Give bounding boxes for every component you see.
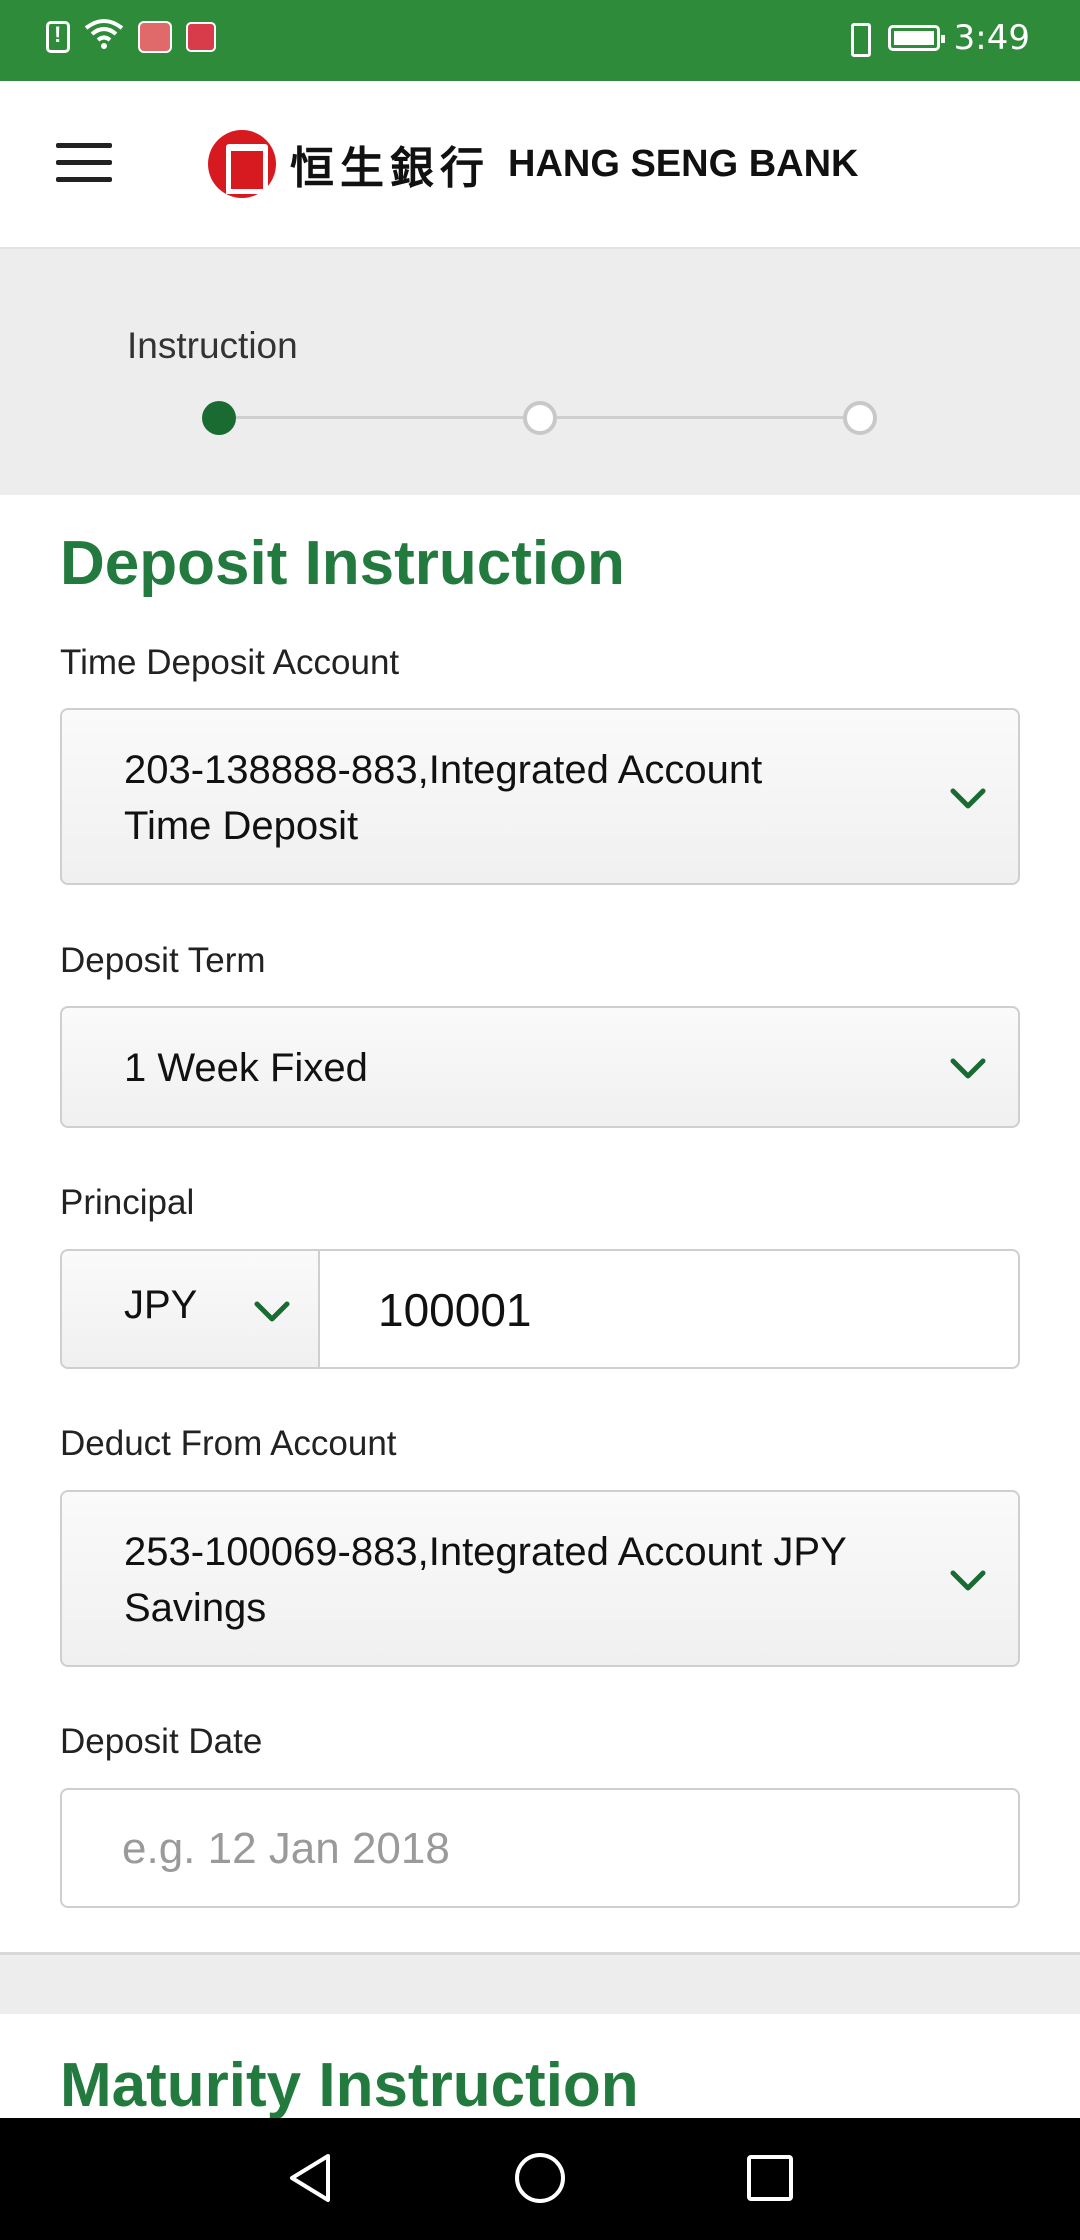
maturity-instruction-title: Maturity Instruction [60,2051,639,2120]
progress-stepper: Instruction [0,249,1080,495]
time-deposit-account-value-line1: 203-138888-883,Integrated Account [124,748,763,792]
deduct-from-account-select[interactable]: 253-100069-883,Integrated Account JPY Sa… [60,1490,1020,1667]
vibrate-icon [842,21,874,57]
chevron-down-icon [950,1058,986,1080]
battery-icon [887,25,945,51]
chevron-down-icon [950,1570,986,1592]
logo-chinese-text: 恒生銀行 [290,143,490,194]
deposit-date-placeholder: e.g. 12 Jan 2018 [122,1824,450,1873]
step-label: Instruction [127,325,298,366]
chevron-down-icon [254,1301,290,1323]
time-deposit-account-value-line2: Time Deposit [124,804,359,848]
hang-seng-logo-icon [208,130,276,198]
status-left-icons [46,18,216,55]
recent-apps-icon[interactable] [740,2148,800,2208]
deposit-term-value: 1 Week Fixed [124,1046,368,1090]
deduct-from-account-value-line1: 253-100069-883,Integrated Account JPY [124,1530,847,1574]
time-deposit-account-select[interactable]: 203-138888-883,Integrated Account Time D… [60,708,1020,885]
step-1-dot [202,401,236,435]
deduct-from-account-label: Deduct From Account [60,1424,397,1463]
logo-english-text: HANG SENG BANK [508,142,859,185]
huawei-app-icon [138,20,172,53]
principal-label: Principal [60,1183,195,1222]
step-2-dot [523,401,557,435]
status-right: 3:49 [842,18,1030,58]
principal-amount-value: 100001 [378,1284,532,1336]
deduct-from-account-value-line2: Savings [124,1586,267,1630]
deposit-instruction-title: Deposit Instruction [60,529,625,598]
status-bar: 3:49 [0,0,1080,81]
currency-select[interactable]: JPY [60,1249,320,1369]
currency-value: JPY [124,1283,198,1327]
step-3-dot [843,401,877,435]
wifi-icon [84,18,124,55]
time-deposit-account-label: Time Deposit Account [60,643,400,682]
app-header: 恒生銀行 HANG SENG BANK [0,81,1080,249]
status-time: 3:49 [953,18,1030,58]
deposit-date-input[interactable]: e.g. 12 Jan 2018 [60,1788,1020,1908]
bank-logo: 恒生銀行 HANG SENG BANK [208,130,858,198]
section-divider [0,1952,1080,2014]
principal-group: JPY 100001 [60,1249,1020,1369]
menu-icon[interactable] [56,143,112,183]
deposit-term-label: Deposit Term [60,941,266,980]
book-app-icon [186,21,216,52]
system-navigation-bar [0,2118,1080,2240]
principal-amount-input[interactable]: 100001 [318,1249,1020,1369]
home-icon[interactable] [510,2148,570,2208]
chevron-down-icon [950,788,986,810]
alert-icon [46,20,70,53]
deposit-term-select[interactable]: 1 Week Fixed [60,1006,1020,1128]
deposit-date-label: Deposit Date [60,1722,263,1761]
back-icon[interactable] [280,2148,340,2208]
